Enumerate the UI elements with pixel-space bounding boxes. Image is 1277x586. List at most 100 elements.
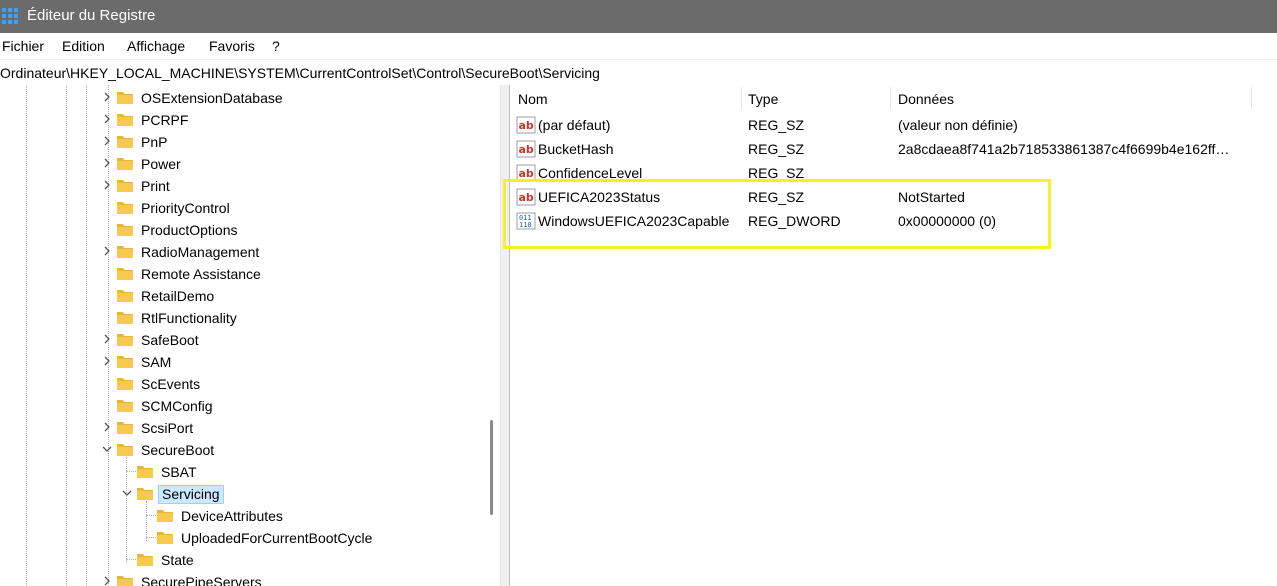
chevron-right-icon[interactable] bbox=[100, 244, 114, 258]
tree-item-label: SCMConfig bbox=[141, 398, 213, 414]
address-path[interactable]: Ordinateur\HKEY_LOCAL_MACHINE\SYSTEM\Cur… bbox=[0, 65, 600, 81]
chevron-right-icon[interactable] bbox=[100, 112, 114, 126]
title-bar: Éditeur du Registre bbox=[0, 0, 1277, 33]
chevron-right-icon[interactable] bbox=[100, 178, 114, 192]
folder-icon bbox=[117, 422, 133, 434]
folder-icon bbox=[117, 180, 133, 192]
tree-item[interactable]: ScEvents bbox=[100, 373, 480, 395]
folder-icon bbox=[117, 356, 133, 368]
column-header-name[interactable]: Nom bbox=[518, 91, 548, 107]
chevron-right-icon[interactable] bbox=[100, 90, 114, 104]
menu-edition[interactable]: Edition bbox=[62, 38, 105, 54]
svg-text:ab: ab bbox=[519, 119, 534, 132]
tree-item[interactable]: PriorityControl bbox=[100, 197, 480, 219]
folder-icon bbox=[117, 312, 133, 324]
folder-icon bbox=[117, 246, 133, 258]
tree-item-label: RadioManagement bbox=[141, 244, 260, 260]
tree-item[interactable]: SCMConfig bbox=[100, 395, 480, 417]
column-separator[interactable] bbox=[741, 87, 742, 109]
tree-item[interactable]: RadioManagement bbox=[100, 241, 480, 263]
folder-icon bbox=[117, 202, 133, 214]
tree-item-label: PnP bbox=[141, 134, 168, 150]
menu-help[interactable]: ? bbox=[272, 38, 280, 54]
tree-item[interactable]: PnP bbox=[100, 131, 480, 153]
folder-icon bbox=[117, 224, 133, 236]
tree-item[interactable]: Power bbox=[100, 153, 480, 175]
folder-icon bbox=[137, 554, 153, 566]
value-data: 2a8cdaea8f741a2b718533861387c4f6699b4e16… bbox=[898, 141, 1230, 157]
tree-guide-line bbox=[66, 85, 67, 586]
column-separator[interactable] bbox=[1251, 87, 1252, 109]
value-type: REG_SZ bbox=[748, 141, 805, 157]
folder-icon bbox=[117, 114, 133, 126]
column-header-data[interactable]: Données bbox=[898, 91, 954, 107]
tree-item[interactable]: OSExtensionDatabase bbox=[100, 87, 480, 109]
tree-item[interactable]: SAM bbox=[100, 351, 480, 373]
tree-item-label: ScEvents bbox=[141, 376, 201, 392]
tree-item[interactable]: RetailDemo bbox=[100, 285, 480, 307]
tree-item-label: DeviceAttributes bbox=[181, 508, 283, 524]
string-value-icon: ab bbox=[516, 140, 536, 158]
chevron-down-icon[interactable] bbox=[100, 442, 114, 456]
tree-item[interactable]: SecureBoot bbox=[100, 439, 480, 461]
menu-bar: Fichier Edition Affichage Favoris ? bbox=[0, 33, 1277, 58]
column-separator[interactable] bbox=[890, 87, 891, 109]
tree-item-label: SAM bbox=[141, 354, 172, 370]
window-title: Éditeur du Registre bbox=[27, 7, 156, 24]
pane-splitter[interactable] bbox=[500, 85, 510, 586]
tree-item[interactable]: PCRPF bbox=[100, 109, 480, 131]
value-row[interactable]: ab BucketHash REG_SZ 2a8cdaea8f741a2b718533… bbox=[510, 137, 1277, 161]
chevron-right-icon[interactable] bbox=[100, 134, 114, 148]
registry-editor-icon bbox=[2, 8, 18, 24]
tree-item[interactable]: SBAT bbox=[120, 461, 480, 483]
column-header-type[interactable]: Type bbox=[748, 91, 778, 107]
menu-affichage[interactable]: Affichage bbox=[127, 38, 185, 54]
tree-item-label: ScsiPort bbox=[141, 420, 194, 436]
chevron-right-icon[interactable] bbox=[100, 420, 114, 434]
value-type: REG_SZ bbox=[748, 117, 805, 133]
address-bar[interactable]: Ordinateur\HKEY_LOCAL_MACHINE\SYSTEM\Cur… bbox=[0, 59, 1277, 86]
tree-item[interactable]: Remote Assistance bbox=[100, 263, 480, 285]
chevron-right-icon[interactable] bbox=[100, 156, 114, 170]
chevron-right-icon[interactable] bbox=[100, 574, 114, 586]
tree-guide-line bbox=[86, 85, 87, 586]
values-pane[interactable]: Nom Type Données ab (par défaut) REG_SZ (va… bbox=[510, 85, 1277, 586]
folder-icon bbox=[137, 466, 153, 478]
tree-item[interactable]: Print bbox=[100, 175, 480, 197]
tree-item-label: Power bbox=[141, 156, 181, 172]
menu-fichier[interactable]: Fichier bbox=[2, 38, 44, 54]
chevron-down-icon[interactable] bbox=[120, 486, 134, 500]
value-row[interactable]: ab (par défaut) REG_SZ (valeur non définie) bbox=[510, 113, 1277, 137]
tree-item[interactable]: State bbox=[120, 549, 480, 571]
folder-icon bbox=[157, 532, 173, 544]
tree-item[interactable]: ScsiPort bbox=[100, 417, 480, 439]
string-value-icon: ab bbox=[516, 116, 536, 134]
folder-icon bbox=[117, 136, 133, 148]
menu-favoris[interactable]: Favoris bbox=[209, 38, 255, 54]
folder-icon bbox=[137, 488, 153, 500]
highlight-annotation bbox=[503, 179, 1051, 249]
tree-item-label: Remote Assistance bbox=[141, 266, 261, 282]
folder-icon bbox=[117, 576, 133, 586]
tree-item-label: OSExtensionDatabase bbox=[141, 90, 283, 106]
tree-item[interactable]: RtlFunctionality bbox=[100, 307, 480, 329]
tree-pane[interactable]: OSExtensionDatabase PCRPF PnP Power Print Pri… bbox=[0, 85, 500, 586]
tree-item[interactable]: ProductOptions bbox=[100, 219, 480, 241]
svg-text:ab: ab bbox=[519, 143, 534, 156]
tree-item-label: Servicing bbox=[158, 485, 224, 504]
tree-item-label: PCRPF bbox=[141, 112, 189, 128]
chevron-right-icon[interactable] bbox=[100, 332, 114, 346]
tree-item-label: RtlFunctionality bbox=[141, 310, 237, 326]
tree-item[interactable]: SecurePipeServers bbox=[100, 571, 480, 586]
value-name: (par défaut) bbox=[538, 117, 611, 133]
tree-item[interactable]: SafeBoot bbox=[100, 329, 480, 351]
tree-item-label: SecurePipeServers bbox=[141, 574, 262, 586]
tree-item[interactable]: DeviceAttributes bbox=[140, 505, 480, 527]
tree-item[interactable]: UploadedForCurrentBootCycle bbox=[140, 527, 480, 549]
tree-item-label: RetailDemo bbox=[141, 288, 215, 304]
folder-icon bbox=[117, 290, 133, 302]
chevron-right-icon[interactable] bbox=[100, 354, 114, 368]
tree-item[interactable]: Servicing bbox=[120, 483, 480, 505]
folder-icon bbox=[117, 378, 133, 390]
tree-scroll-thumb[interactable] bbox=[490, 420, 493, 515]
